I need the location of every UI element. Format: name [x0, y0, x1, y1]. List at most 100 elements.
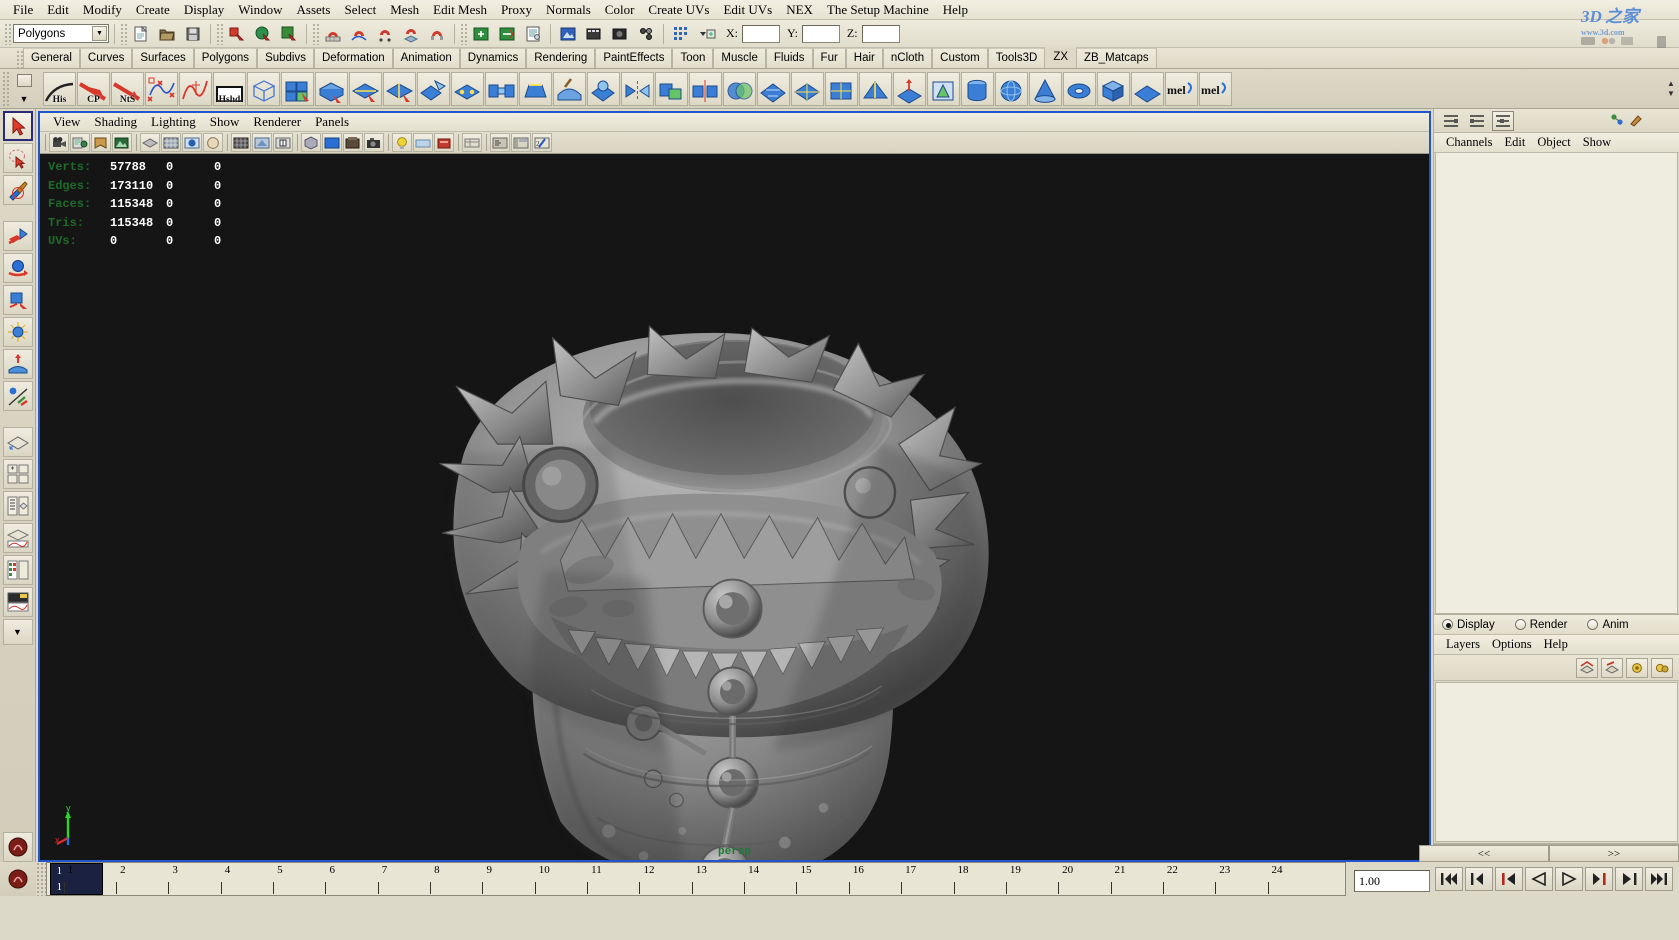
- shelf-mirror-button[interactable]: [621, 71, 654, 106]
- shelf-tab-ncloth[interactable]: nCloth: [882, 48, 933, 68]
- xray-icon[interactable]: [252, 133, 272, 152]
- status-line-grip[interactable]: [4, 22, 11, 45]
- step-forward-frame-icon[interactable]: [1585, 867, 1613, 891]
- shelf-tab-hair[interactable]: Hair: [845, 48, 883, 68]
- shelf-tabs-grip[interactable]: [16, 50, 23, 68]
- shelf-tab-painteffects[interactable]: PaintEffects: [595, 48, 673, 68]
- bookmark-icon[interactable]: [91, 133, 111, 152]
- shelf-separate-button[interactable]: [689, 71, 722, 106]
- shelf-tab-custom[interactable]: Custom: [932, 48, 988, 68]
- step-back-keyframe-icon[interactable]: [1465, 867, 1493, 891]
- channel-menu-object[interactable]: Object: [1531, 135, 1576, 150]
- menu-set-selector[interactable]: Polygons ▼: [13, 24, 109, 43]
- layer-list[interactable]: [1435, 682, 1678, 842]
- shelf-row-grip[interactable]: [2, 70, 9, 107]
- menu-assets[interactable]: Assets: [290, 1, 338, 19]
- status-grip-2[interactable]: [120, 22, 127, 45]
- shelf-normals-button[interactable]: [893, 71, 926, 106]
- range-nav-prev[interactable]: <<: [1419, 845, 1549, 862]
- menu-nex[interactable]: NEX: [779, 1, 820, 19]
- shelf-tab-general[interactable]: General: [23, 48, 80, 68]
- shelf-nts-button[interactable]: NtS: [111, 71, 144, 106]
- shadows-icon[interactable]: [182, 133, 202, 152]
- layer-mode-anim[interactable]: Anim: [1587, 619, 1629, 631]
- channel-box-content[interactable]: [1435, 153, 1678, 614]
- open-scene-icon[interactable]: [155, 22, 179, 46]
- wireframe-on-shaded-icon[interactable]: [231, 133, 251, 152]
- new-layer-icon[interactable]: [1576, 657, 1598, 678]
- fog-icon[interactable]: [413, 133, 433, 152]
- render-globals-icon[interactable]: [634, 22, 658, 46]
- shelf-combine-button[interactable]: [655, 71, 688, 106]
- channel-menu-show[interactable]: Show: [1577, 135, 1617, 150]
- shelf-tab-menu[interactable]: ▼: [9, 70, 39, 108]
- shelf-editor-icon[interactable]: [16, 73, 32, 87]
- rotate-tool[interactable]: [2, 253, 33, 283]
- save-scene-icon[interactable]: [181, 22, 205, 46]
- chevron-down-icon[interactable]: ▼: [20, 94, 29, 104]
- coord-field-x[interactable]: [742, 24, 780, 43]
- shelf-poly-plane-button[interactable]: [281, 71, 314, 106]
- snap-to-view-plane-icon[interactable]: [399, 22, 423, 46]
- select-by-component-icon[interactable]: [277, 22, 301, 46]
- time-slider[interactable]: 1 1 1 2 3 4 5 6 7 8 9 10 11 12 13 14 15 16 17 18 19 20 21 22 2…: [46, 862, 1346, 896]
- four-view-layout[interactable]: [2, 459, 33, 489]
- hud-toggle-icon[interactable]: [490, 133, 510, 152]
- layer-menu-help[interactable]: Help: [1538, 637, 1574, 652]
- persp-graph-layout[interactable]: [2, 523, 33, 553]
- show-channel-box-icon[interactable]: [1440, 111, 1462, 131]
- shelf-poly-append-button[interactable]: [417, 71, 450, 106]
- camera-attributes-icon[interactable]: [70, 133, 90, 152]
- lasso-select-tool[interactable]: [2, 143, 33, 173]
- universal-manipulator-tool[interactable]: [2, 317, 33, 347]
- chevron-up-icon[interactable]: ▲: [1663, 79, 1679, 88]
- play-backwards-icon[interactable]: [1525, 867, 1553, 891]
- shelf-poly-merge-button[interactable]: [451, 71, 484, 106]
- move-tool[interactable]: [2, 221, 33, 251]
- shelf-curve-edit-button[interactable]: [179, 71, 212, 106]
- menu-normals[interactable]: Normals: [539, 1, 598, 19]
- menu-modify[interactable]: Modify: [76, 1, 129, 19]
- shelf-boolean-button[interactable]: [723, 71, 756, 106]
- two-sided-lighting-icon[interactable]: [140, 133, 160, 152]
- menu-help[interactable]: Help: [936, 1, 975, 19]
- shelf-tab-surfaces[interactable]: Surfaces: [132, 48, 194, 68]
- resolution-gate-icon[interactable]: [322, 133, 342, 152]
- chevron-down-icon[interactable]: ▼: [1663, 89, 1679, 98]
- menu-create[interactable]: Create: [129, 1, 177, 19]
- shelf-plane-primitive-button[interactable]: [1131, 71, 1164, 106]
- panel-menu-panels[interactable]: Panels: [308, 114, 356, 130]
- persp-hypershade-layout[interactable]: [2, 555, 33, 585]
- shelf-reduce-button[interactable]: [757, 71, 790, 106]
- shelf-scroll-buttons[interactable]: ▲ ▼: [1663, 79, 1679, 98]
- shelf-tab-polygons[interactable]: Polygons: [193, 48, 258, 68]
- shelf-cube-button[interactable]: [1097, 71, 1130, 106]
- menu-edit[interactable]: Edit: [40, 1, 76, 19]
- play-forwards-icon[interactable]: [1555, 867, 1583, 891]
- shelf-sculpt-button[interactable]: [553, 71, 586, 106]
- channel-menu-channels[interactable]: Channels: [1440, 135, 1499, 150]
- persp-outliner-layout[interactable]: [2, 491, 33, 521]
- ui-elements-icon[interactable]: [511, 133, 531, 152]
- shelf-poly-extrude-button[interactable]: [315, 71, 348, 106]
- menu-the-setup-machine[interactable]: The Setup Machine: [820, 1, 936, 19]
- panel-menu-show[interactable]: Show: [203, 114, 247, 130]
- menu-select[interactable]: Select: [337, 1, 383, 19]
- shelf-tab-muscle[interactable]: Muscle: [713, 48, 766, 68]
- shelf-crease-button[interactable]: [859, 71, 892, 106]
- shelf-wireframe-cube-button[interactable]: [247, 71, 280, 106]
- menu-edit-uvs[interactable]: Edit UVs: [716, 1, 779, 19]
- paint-select-tool[interactable]: [2, 175, 33, 205]
- range-nav-next[interactable]: >>: [1549, 845, 1679, 862]
- select-camera-icon[interactable]: [49, 133, 69, 152]
- camera-icon[interactable]: [364, 133, 384, 152]
- shelf-tab-zx[interactable]: ZX: [1045, 47, 1077, 68]
- shelf-mel-script-1-button[interactable]: mel: [1165, 71, 1198, 106]
- new-scene-icon[interactable]: [129, 22, 153, 46]
- show-manipulator-tool[interactable]: [2, 381, 33, 411]
- persp-render-layout[interactable]: [2, 587, 33, 617]
- shelf-tab-fur[interactable]: Fur: [812, 48, 846, 68]
- menu-window[interactable]: Window: [231, 1, 289, 19]
- shelf-tab-fluids[interactable]: Fluids: [765, 48, 813, 68]
- single-perspective-layout[interactable]: [2, 427, 33, 457]
